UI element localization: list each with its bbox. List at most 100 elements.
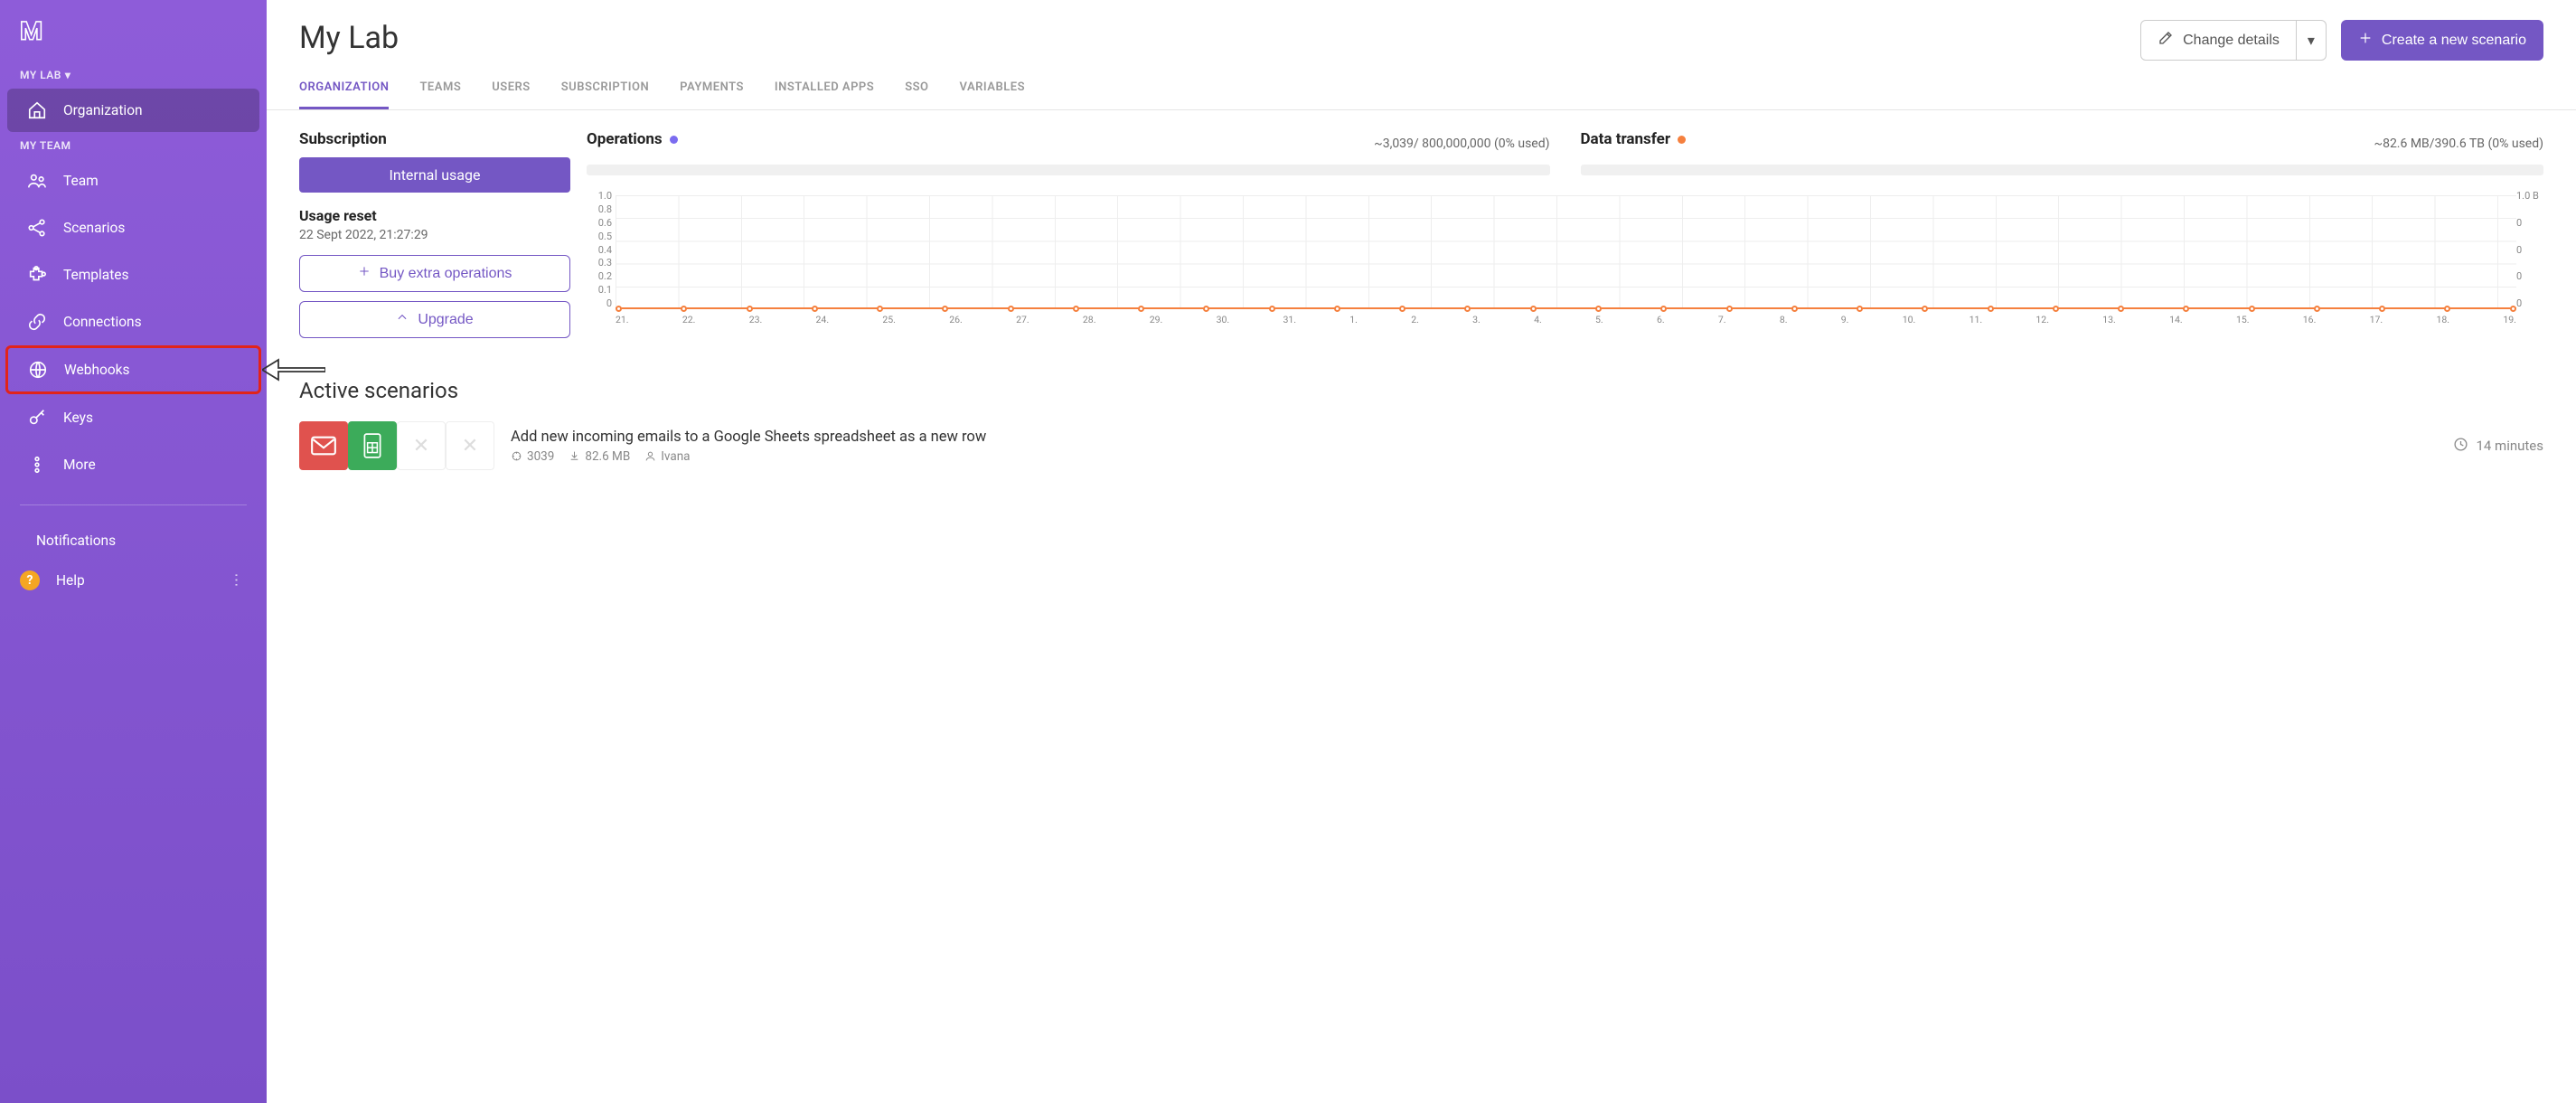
button-label: Buy extra operations [380,266,512,282]
sidebar-item-organization[interactable]: Organization [7,89,259,132]
sidebar-item-scenarios[interactable]: Scenarios [7,206,259,250]
scenario-owner: Ivana [644,449,690,464]
operations-col: Operations ~3,039/ 800,000,000 (0% used) [587,130,1550,183]
sidebar-item-label: Notifications [36,533,116,549]
sheets-app-icon [348,421,397,470]
kebab-icon[interactable]: ⋯ [229,572,246,589]
plus-icon [358,265,371,282]
globe-icon [28,360,48,380]
sidebar-item-templates[interactable]: Templates [7,253,259,297]
dashboard: Subscription Internal usage Usage reset … [267,110,2576,367]
sidebar-item-label: Connections [63,314,142,330]
upgrade-button[interactable]: Upgrade [299,301,570,338]
header: My Lab Change details ▾ Create a new sce… [267,0,2576,68]
chart-plot [616,195,2516,309]
change-details-group: Change details ▾ [2140,20,2327,61]
sidebar-item-label: Webhooks [64,362,130,378]
chart-points [616,306,2516,312]
sidebar-item-connections[interactable]: Connections [7,300,259,344]
change-details-dropdown[interactable]: ▾ [2297,20,2327,61]
email-app-icon [299,421,348,470]
plus-icon [2358,31,2373,50]
create-scenario-button[interactable]: Create a new scenario [2341,20,2543,61]
tab-installed-apps[interactable]: INSTALLED APPS [775,68,874,109]
tab-teams[interactable]: TEAMS [419,68,461,109]
logo [0,16,267,63]
scenario-meta: 3039 82.6 MB Ivana [511,449,2437,464]
x-axis: 21.22.23.24.25.26.27.28.29.30.31.1.2.3.4… [616,314,2516,325]
dot-icon [670,136,678,144]
tab-users[interactable]: USERS [492,68,531,109]
operations-progress [587,165,1550,175]
chevron-down-icon: ▾ [65,69,71,81]
sidebar-help[interactable]: ? Help ⋯ [0,560,267,601]
scenario-row[interactable]: ✕ ✕ Add new incoming emails to a Google … [267,418,2576,488]
team-section-label: MY TEAM [0,134,267,157]
home-icon [27,100,47,120]
scenario-time: 14 minutes [2453,437,2543,456]
operations-stats: ~3,039/ 800,000,000 (0% used) [1374,137,1549,151]
link-icon [27,312,47,332]
sidebar-item-label: Templates [63,267,129,283]
sidebar-item-webhooks[interactable]: Webhooks [8,348,259,391]
scenario-ops: 3039 [511,449,554,464]
org-selector[interactable]: MY LAB ▾ [0,63,267,87]
tab-sso[interactable]: SSO [905,68,928,109]
button-label: Create a new scenario [2382,33,2526,49]
buy-extra-button[interactable]: Buy extra operations [299,255,570,292]
time-label: 14 minutes [2476,438,2543,454]
dot-icon [1678,136,1686,144]
blank-app-icon: ✕ [397,421,446,470]
blank-app-icon: ✕ [446,421,494,470]
chevron-up-icon [396,311,409,328]
sidebar-item-team[interactable]: Team [7,159,259,203]
datatransfer-stats: ~82.6 MB/390.6 TB (0% used) [2374,137,2543,151]
help-icon: ? [20,570,40,590]
y-axis-right: 1.0 B0000 [2516,190,2543,309]
page-title: My Lab [299,20,399,56]
tab-payments[interactable]: PAYMENTS [680,68,744,109]
datatransfer-title: Data transfer [1581,130,1687,148]
more-icon [27,455,47,475]
users-icon [27,171,47,191]
webhooks-highlight: Webhooks [5,345,261,394]
active-scenarios-title: Active scenarios [267,367,2576,418]
sidebar-item-label: More [63,457,96,473]
chevron-down-icon: ▾ [2308,32,2315,50]
button-label: Change details [2183,33,2280,49]
change-details-button[interactable]: Change details [2140,20,2297,61]
edit-icon [2158,30,2174,51]
sidebar-item-label: Keys [63,410,93,426]
tab-subscription[interactable]: SUBSCRIPTION [561,68,649,109]
tabs: ORGANIZATION TEAMS USERS SUBSCRIPTION PA… [267,68,2576,110]
key-icon [27,408,47,428]
tab-variables[interactable]: VARIABLES [960,68,1025,109]
button-label: Upgrade [418,312,473,328]
scenario-app-icons: ✕ ✕ [299,421,494,470]
usage-reset-label: Usage reset [299,207,570,224]
scenario-body: Add new incoming emails to a Google Shee… [511,429,2437,464]
header-actions: Change details ▾ Create a new scenario [2140,20,2543,61]
usage-chart: 1.00.80.60.50.40.30.20.10 1.0 B0000 21.2… [587,190,2543,325]
usage-charts: Operations ~3,039/ 800,000,000 (0% used)… [587,130,2543,347]
usage-reset-block: Usage reset 22 Sept 2022, 21:27:29 Buy e… [299,207,570,347]
scenario-title: Add new incoming emails to a Google Shee… [511,429,2437,446]
operations-title: Operations [587,130,678,148]
clock-icon [2453,437,2468,456]
sidebar-item-more[interactable]: More [7,443,259,486]
main-content: My Lab Change details ▾ Create a new sce… [267,0,2576,1103]
y-axis-left: 1.00.80.60.50.40.30.20.10 [587,190,612,309]
share-icon [27,218,47,238]
tab-organization[interactable]: ORGANIZATION [299,68,389,109]
sidebar-item-label: Organization [63,102,143,118]
sidebar-item-label: Team [63,173,99,189]
sidebar-item-keys[interactable]: Keys [7,396,259,439]
datatransfer-col: Data transfer ~82.6 MB/390.6 TB (0% used… [1581,130,2544,183]
datatransfer-progress [1581,165,2544,175]
sidebar-item-label: Scenarios [63,220,125,236]
usage-reset-ts: 22 Sept 2022, 21:27:29 [299,228,570,242]
subscription-badge: Internal usage [299,157,570,193]
puzzle-icon [27,265,47,285]
sidebar-notifications[interactable]: Notifications [0,522,267,560]
sidebar-item-label: Help [56,572,85,589]
